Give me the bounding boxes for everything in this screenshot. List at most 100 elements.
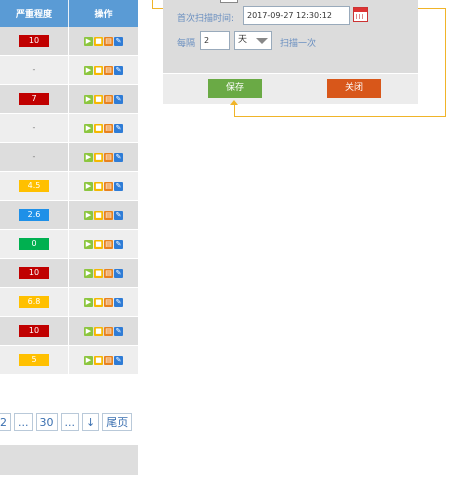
table-row: 0 ▶ ■ ▤ ✎: [0, 230, 138, 259]
stop-icon[interactable]: ■: [94, 355, 103, 365]
document-icon[interactable]: ▤: [104, 123, 113, 133]
play-icon[interactable]: ▶: [84, 268, 93, 278]
table-row: 5 ▶ ■ ▤ ✎: [0, 346, 138, 375]
severity-cell: 10: [0, 317, 69, 345]
severity-cell: -: [0, 56, 69, 84]
actions-cell: ▶ ■ ▤ ✎: [69, 143, 138, 171]
chevron-down-icon: [256, 38, 268, 44]
document-icon[interactable]: ▤: [104, 65, 113, 75]
table-footer-bar: [0, 445, 138, 475]
edit-icon[interactable]: ✎: [114, 239, 123, 249]
play-icon[interactable]: ▶: [84, 65, 93, 75]
checkbox[interactable]: [220, 0, 238, 3]
severity-cell: 7: [0, 85, 69, 113]
interval-prefix-label: 每隔: [177, 39, 196, 49]
severity-badge: 0: [19, 238, 49, 250]
severity-badge: 7: [19, 93, 49, 105]
edit-icon[interactable]: ✎: [114, 65, 123, 75]
severity-cell: 10: [0, 259, 69, 287]
document-icon[interactable]: ▤: [104, 239, 113, 249]
edit-icon[interactable]: ✎: [114, 297, 123, 307]
severity-cell: 4.5: [0, 172, 69, 200]
play-icon[interactable]: ▶: [84, 326, 93, 336]
document-icon[interactable]: ▤: [104, 355, 113, 365]
severity-badge: -: [32, 123, 36, 132]
play-icon[interactable]: ▶: [84, 152, 93, 162]
edit-icon[interactable]: ✎: [114, 326, 123, 336]
stop-icon[interactable]: ■: [94, 123, 103, 133]
stop-icon[interactable]: ■: [94, 239, 103, 249]
column-header-actions: 操作: [94, 10, 113, 20]
edit-icon[interactable]: ✎: [114, 36, 123, 46]
column-header-severity[interactable]: 严重程度: [0, 0, 69, 27]
save-button[interactable]: 保存: [208, 79, 262, 98]
interval-unit-select[interactable]: 天: [234, 31, 272, 50]
severity-badge: 4.5: [19, 180, 49, 192]
edit-icon[interactable]: ✎: [114, 210, 123, 220]
edit-icon[interactable]: ✎: [114, 268, 123, 278]
document-icon[interactable]: ▤: [104, 297, 113, 307]
edit-icon[interactable]: ✎: [114, 123, 123, 133]
document-icon[interactable]: ▤: [104, 152, 113, 162]
first-scan-time-input[interactable]: 2017-09-27 12:30:12: [243, 6, 350, 25]
table-row: 2.6 ▶ ■ ▤ ✎: [0, 201, 138, 230]
next-page-arrow-icon[interactable]: ↓: [82, 413, 100, 431]
document-icon[interactable]: ▤: [104, 210, 113, 220]
document-icon[interactable]: ▤: [104, 181, 113, 191]
severity-cell: 10: [0, 27, 69, 55]
page-link-30[interactable]: 30: [35, 413, 58, 431]
stop-icon[interactable]: ■: [94, 268, 103, 278]
edit-icon[interactable]: ✎: [114, 355, 123, 365]
severity-badge: 6.8: [19, 296, 49, 308]
play-icon[interactable]: ▶: [84, 297, 93, 307]
severity-cell: -: [0, 114, 69, 142]
calendar-icon[interactable]: [353, 7, 368, 22]
severity-badge: -: [32, 65, 36, 74]
play-icon[interactable]: ▶: [84, 36, 93, 46]
edit-icon[interactable]: ✎: [114, 152, 123, 162]
table-row: 10 ▶ ■ ▤ ✎: [0, 259, 138, 288]
stop-icon[interactable]: ■: [94, 181, 103, 191]
play-icon[interactable]: ▶: [84, 355, 93, 365]
document-icon[interactable]: ▤: [104, 268, 113, 278]
document-icon[interactable]: ▤: [104, 94, 113, 104]
play-icon[interactable]: ▶: [84, 210, 93, 220]
stop-icon[interactable]: ■: [94, 210, 103, 220]
actions-cell: ▶ ■ ▤ ✎: [69, 85, 138, 113]
page-link-2[interactable]: 2: [0, 413, 11, 431]
severity-cell: 2.6: [0, 201, 69, 229]
severity-badge: 10: [19, 35, 49, 47]
connector-arrow-icon: [230, 100, 238, 105]
first-scan-time-label: 首次扫描时间:: [177, 14, 235, 24]
stop-icon[interactable]: ■: [94, 152, 103, 162]
table-row: - ▶ ■ ▤ ✎: [0, 143, 138, 172]
severity-badge: 2.6: [19, 209, 49, 221]
vulnerability-table: 严重程度 操作 10 ▶ ■ ▤ ✎ - ▶ ■ ▤ ✎ 7 ▶ ■ ▤ ✎ - ▶ ■ ▤ ✎ - ▶ ■ ▤ ✎ 4.5 ▶ ■ ▤…: [0, 0, 138, 375]
stop-icon[interactable]: ■: [94, 94, 103, 104]
stop-icon[interactable]: ■: [94, 65, 103, 75]
play-icon[interactable]: ▶: [84, 239, 93, 249]
page-ellipsis: ...: [60, 413, 79, 431]
connector-line: [152, 8, 163, 9]
close-button[interactable]: 关闭: [327, 79, 381, 98]
page-ellipsis: ...: [14, 413, 33, 431]
severity-cell: -: [0, 143, 69, 171]
severity-cell: 0: [0, 230, 69, 258]
document-icon[interactable]: ▤: [104, 36, 113, 46]
interval-input[interactable]: 2: [200, 31, 230, 50]
table-row: 10 ▶ ■ ▤ ✎: [0, 27, 138, 56]
last-page-link[interactable]: 尾页: [102, 413, 133, 431]
document-icon[interactable]: ▤: [104, 326, 113, 336]
edit-icon[interactable]: ✎: [114, 94, 123, 104]
table-row: - ▶ ■ ▤ ✎: [0, 56, 138, 85]
stop-icon[interactable]: ■: [94, 297, 103, 307]
stop-icon[interactable]: ■: [94, 326, 103, 336]
play-icon[interactable]: ▶: [84, 94, 93, 104]
play-icon[interactable]: ▶: [84, 181, 93, 191]
stop-icon[interactable]: ■: [94, 36, 103, 46]
interval-suffix-label: 扫描一次: [280, 39, 317, 49]
edit-icon[interactable]: ✎: [114, 181, 123, 191]
play-icon[interactable]: ▶: [84, 123, 93, 133]
severity-badge: 10: [19, 267, 49, 279]
severity-badge: -: [32, 152, 36, 161]
